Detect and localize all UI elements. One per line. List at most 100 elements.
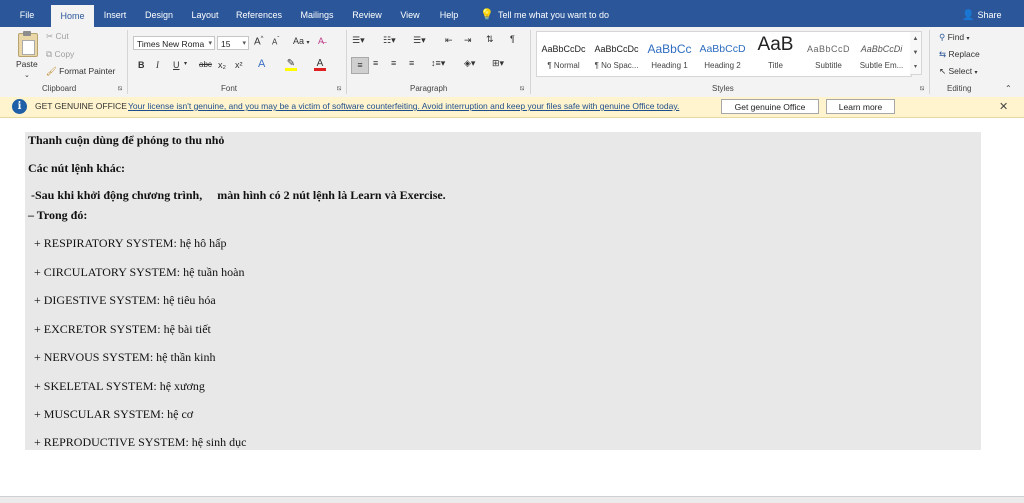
tab-design[interactable]: Design <box>140 4 178 27</box>
doc-line[interactable]: + RESPIRATORY SYSTEM: hệ hô hấp <box>28 236 226 251</box>
superscript-button[interactable]: x² <box>235 60 243 70</box>
doc-line[interactable]: Các nút lệnh khác: <box>28 161 125 176</box>
multilevel-list-icon[interactable]: ☰▾ <box>413 35 426 46</box>
font-launcher-icon[interactable]: ⧅ <box>337 85 341 93</box>
learn-more-button[interactable]: Learn more <box>826 99 895 114</box>
style-name: Subtitle <box>815 61 842 70</box>
pilcrow-icon[interactable]: ¶ <box>510 34 515 44</box>
copy-button[interactable]: ⧉ Copy <box>46 49 74 60</box>
doc-line[interactable]: Thanh cuộn dùng để phóng to thu nhỏ <box>28 133 224 148</box>
doc-line[interactable]: + CIRCULATORY SYSTEM: hệ tuần hoàn <box>28 265 244 280</box>
select-label: Select <box>948 66 973 76</box>
decrease-indent-icon[interactable]: ⇤ <box>445 35 453 46</box>
style-normal[interactable]: AaBbCcDc ¶ Normal <box>537 32 590 76</box>
chevron-down-icon: ▾ <box>242 40 246 47</box>
person-icon: 👤 <box>962 10 975 21</box>
grow-font-button[interactable]: A^ <box>254 36 264 47</box>
change-case-label: Aa <box>293 36 305 46</box>
tab-insert[interactable]: Insert <box>98 4 132 27</box>
format-painter-button[interactable]: 🖌 Format Painter <box>46 66 115 77</box>
chevron-down-icon[interactable]: ▼ <box>910 46 921 60</box>
doc-line[interactable]: -Sau khi khởi động chương trình, màn hìn… <box>28 188 446 203</box>
document-area[interactable]: Thanh cuộn dùng để phóng to thu nhỏ Các … <box>0 118 1024 496</box>
cursor-icon: ↖ <box>939 66 947 76</box>
scissors-icon: ✂ <box>46 31 54 41</box>
style-preview: AaBbCcD <box>806 44 850 54</box>
underline-button[interactable]: U <box>173 60 180 70</box>
line-spacing-icon[interactable]: ↕≡▾ <box>431 58 445 69</box>
style-title[interactable]: AaB Title <box>749 32 802 76</box>
doc-line[interactable]: + DIGESTIVE SYSTEM: hệ tiêu hóa <box>28 293 216 308</box>
style-no-spacing[interactable]: AaBbCcDc ¶ No Spac... <box>590 32 643 76</box>
increase-indent-icon[interactable]: ⇥ <box>464 35 472 46</box>
style-preview: AaBbCcDc <box>541 44 586 54</box>
borders-icon[interactable]: ⊞▾ <box>492 58 504 69</box>
change-case-button[interactable]: Aa ▾ <box>293 36 310 46</box>
tell-me-search[interactable]: 💡 Tell me what you want to do <box>480 4 609 26</box>
replace-button[interactable]: ⇆ Replace <box>939 49 980 60</box>
doc-line[interactable]: + REPRODUCTIVE SYSTEM: hệ sinh dục <box>28 435 246 450</box>
font-name-combo[interactable]: Times New Roma ▾ <box>133 36 215 50</box>
style-name: Title <box>768 61 783 70</box>
tab-mailings[interactable]: Mailings <box>295 4 339 27</box>
find-button[interactable]: ⚲ Find ▾ <box>939 32 970 43</box>
select-button[interactable]: ↖ Select ▾ <box>939 66 978 77</box>
paragraph-launcher-icon[interactable]: ⧅ <box>520 85 524 93</box>
cut-button[interactable]: ✂ Cut <box>46 31 69 42</box>
warning-message-link[interactable]: Your license isn't genuine, and you may … <box>128 101 679 111</box>
subscript-button[interactable]: x₂ <box>218 60 226 70</box>
doc-line[interactable]: + EXCRETOR SYSTEM: hệ bài tiết <box>28 322 211 337</box>
align-right-icon[interactable]: ≡ <box>391 58 396 68</box>
justify-icon[interactable]: ≡ <box>409 58 414 68</box>
chevron-up-icon[interactable]: ▲ <box>910 32 921 46</box>
collapse-ribbon-icon[interactable]: ⌃ <box>1005 84 1012 93</box>
share-button[interactable]: 👤 Share <box>962 4 1001 26</box>
doc-line[interactable]: + NERVOUS SYSTEM: hệ thần kinh <box>28 350 215 365</box>
tab-view[interactable]: View <box>395 4 425 27</box>
search-icon: ⚲ <box>939 32 946 42</box>
doc-line[interactable]: + MUSCULAR SYSTEM: hệ cơ <box>28 407 193 422</box>
divider <box>530 30 531 94</box>
paste-button[interactable]: Paste ⌄ <box>14 31 42 79</box>
bullets-icon[interactable]: ☰▾ <box>352 35 365 46</box>
more-styles-icon[interactable]: ▾ <box>910 60 921 74</box>
close-icon[interactable]: ✕ <box>999 100 1008 113</box>
warning-title: GET GENUINE OFFICE <box>35 101 127 111</box>
highlight-icon[interactable]: ✎ <box>285 58 297 71</box>
bold-button[interactable]: B <box>138 60 145 70</box>
tab-review[interactable]: Review <box>348 4 386 27</box>
chevron-down-icon: ▾ <box>306 40 310 46</box>
clipboard-launcher-icon[interactable]: ⧅ <box>118 85 122 93</box>
tab-help[interactable]: Help <box>434 4 464 27</box>
tab-layout[interactable]: Layout <box>186 4 224 27</box>
font-color-icon[interactable]: A <box>314 58 326 71</box>
doc-line[interactable]: – Trong đó: <box>28 208 87 223</box>
tab-file[interactable]: File <box>12 4 42 27</box>
style-heading-1[interactable]: AaBbCc Heading 1 <box>643 32 696 76</box>
tab-home[interactable]: Home <box>51 5 94 27</box>
paintbrush-icon: 🖌 <box>46 66 57 76</box>
tab-references[interactable]: References <box>233 4 285 27</box>
style-name: Heading 1 <box>651 61 688 70</box>
grow-font-label: A <box>254 36 261 48</box>
styles-launcher-icon[interactable]: ⧅ <box>920 85 924 93</box>
style-subtle-emphasis[interactable]: AaBbCcDi Subtle Em... <box>855 32 908 76</box>
shading-icon[interactable]: ◈▾ <box>464 58 475 69</box>
clear-formatting-icon[interactable]: A̶ <box>318 36 324 46</box>
shrink-font-button[interactable]: Aˇ <box>272 37 279 47</box>
chevron-down-icon: ▾ <box>966 36 970 42</box>
italic-button[interactable]: I <box>156 60 159 70</box>
strikethrough-button[interactable]: abc <box>199 60 212 69</box>
align-left-icon[interactable]: ≡ <box>351 57 369 74</box>
font-size-combo[interactable]: 15 ▾ <box>217 36 249 50</box>
align-center-icon[interactable]: ≡ <box>373 58 378 68</box>
get-genuine-office-button[interactable]: Get genuine Office <box>721 99 819 114</box>
style-heading-2[interactable]: AaBbCcD Heading 2 <box>696 32 749 76</box>
doc-line[interactable]: + SKELETAL SYSTEM: hệ xương <box>28 379 205 394</box>
chevron-down-icon[interactable]: ▾ <box>184 60 187 67</box>
style-subtitle[interactable]: AaBbCcD Subtitle <box>802 32 855 76</box>
numbering-icon[interactable]: ☷▾ <box>383 35 396 46</box>
styles-gallery-scroll[interactable]: ▲ ▼ ▾ <box>910 31 922 75</box>
sort-icon[interactable]: ⇅ <box>486 34 494 45</box>
text-effects-icon[interactable]: A <box>258 58 265 70</box>
